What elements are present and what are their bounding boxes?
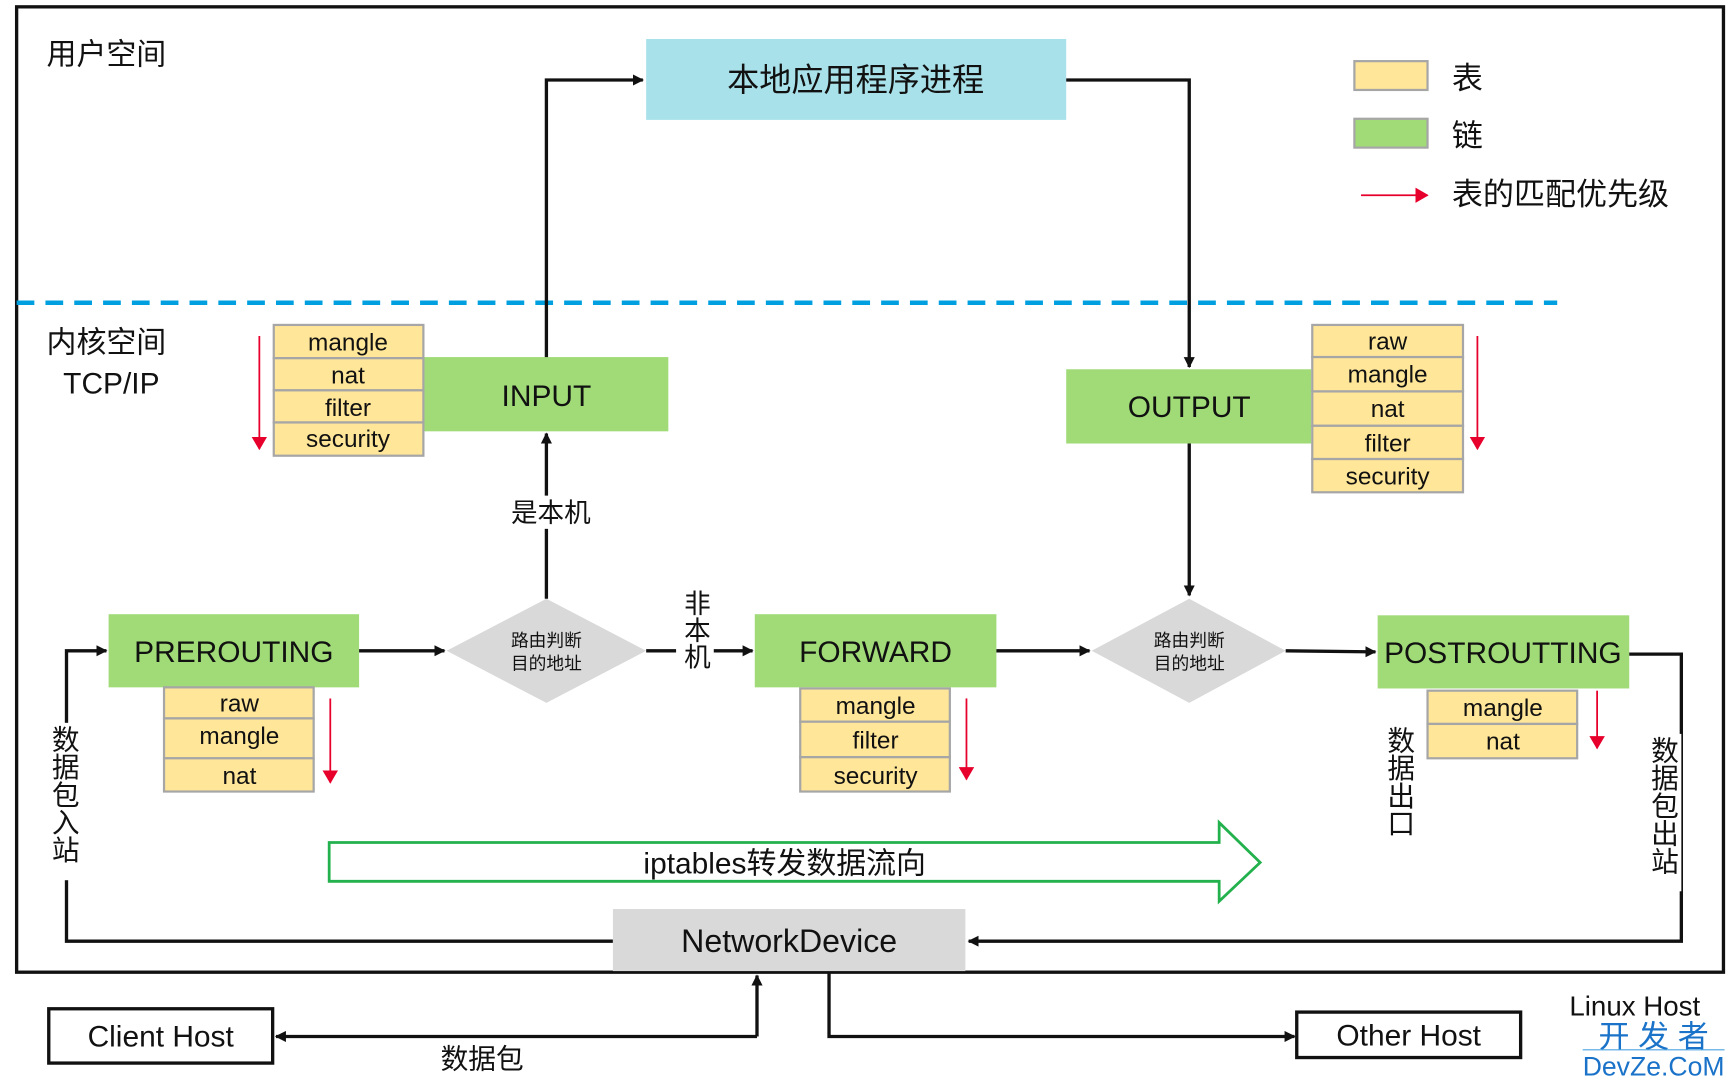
table-cell: mangle — [1348, 362, 1428, 389]
data-exit-label: 数据出口 — [1383, 726, 1415, 837]
route-decision-1-line1: 路由判断 — [511, 630, 582, 650]
device-to-other-host-arrow — [827, 972, 1296, 1043]
iptables-diagram: 用户空间 本地应用程序进程 表 链 表的匹配优先级 内核空间 TCP/IP ma… — [14, 5, 1726, 1081]
user-space-label: 用户空间 — [47, 38, 167, 71]
client-host-label: Client Host — [88, 1020, 235, 1053]
table-cell: filter — [1365, 430, 1411, 457]
table-cell: filter — [853, 727, 899, 754]
table-cell: raw — [220, 691, 260, 718]
table-cell: security — [306, 426, 391, 453]
packet-out-label: 数据包出站 — [1647, 736, 1679, 875]
legend: 表 链 表的匹配优先级 — [1353, 60, 1669, 212]
linux-host-label: Linux Host — [1569, 990, 1700, 1021]
table-cell: nat — [1371, 396, 1405, 423]
legend-chain-label: 链 — [1452, 118, 1483, 153]
table-cell: nat — [331, 363, 365, 390]
postrouting-chain-label: POSTROUTTING — [1384, 637, 1622, 670]
other-host-label: Other Host — [1336, 1019, 1481, 1052]
legend-priority-label: 表的匹配优先级 — [1452, 177, 1669, 212]
svg-text:DevZe.CoM: DevZe.CoM — [1583, 1051, 1725, 1081]
table-cell: nat — [1486, 728, 1520, 755]
not-local-label: 非本机 — [680, 590, 710, 670]
route-decision-2 — [1091, 598, 1286, 703]
table-cell: security — [834, 763, 919, 790]
watermark-logo: 开 发 者 DevZe.CoM — [1583, 1020, 1725, 1081]
prerouting-chain-label: PREROUTING — [134, 636, 333, 669]
is-local-label: 是本机 — [511, 498, 591, 528]
postrouting-tables: mangle nat — [1426, 689, 1579, 760]
table-cell: raw — [1368, 328, 1408, 355]
process-to-output-arrow — [1066, 78, 1195, 369]
local-process-label: 本地应用程序进程 — [727, 62, 984, 98]
forward-chain-label: FORWARD — [799, 636, 952, 669]
route-decision-2-line1: 路由判断 — [1154, 630, 1225, 650]
route-decision-2-line2: 目的地址 — [1154, 654, 1225, 674]
table-cell: nat — [222, 763, 256, 790]
input-tables: mangle nat filter security — [272, 323, 425, 457]
table-cell: mangle — [836, 693, 916, 720]
tcpip-label: TCP/IP — [63, 368, 159, 401]
route-to-postrouting-arrow — [1285, 646, 1377, 658]
table-cell: filter — [325, 395, 371, 422]
network-device-label: NetworkDevice — [681, 923, 897, 959]
route-decision-1-line2: 目的地址 — [511, 654, 582, 674]
flow-label: iptables转发数据流向 — [643, 848, 926, 881]
output-chain-label: OUTPUT — [1128, 391, 1251, 424]
route-decision-1 — [446, 598, 647, 703]
legend-chain-swatch — [1353, 117, 1429, 149]
input-chain-label: INPUT — [502, 380, 592, 413]
legend-table-label: 表 — [1452, 61, 1483, 96]
kernel-space-label: 内核空间 — [47, 327, 167, 360]
output-tables: raw mangle nat filter security — [1311, 323, 1465, 494]
prerouting-tables: raw mangle nat — [162, 686, 315, 793]
table-cell: mangle — [308, 329, 388, 356]
packet-in-label: 数据包入站 — [48, 725, 80, 863]
forward-tables: mangle filter security — [799, 687, 951, 793]
table-cell: mangle — [1463, 695, 1543, 722]
table-cell: security — [1346, 464, 1431, 491]
table-cell: mangle — [199, 723, 279, 750]
input-to-process-arrow — [544, 74, 644, 358]
legend-table-swatch — [1353, 60, 1429, 92]
packet-label: 数据包 — [441, 1044, 524, 1075]
